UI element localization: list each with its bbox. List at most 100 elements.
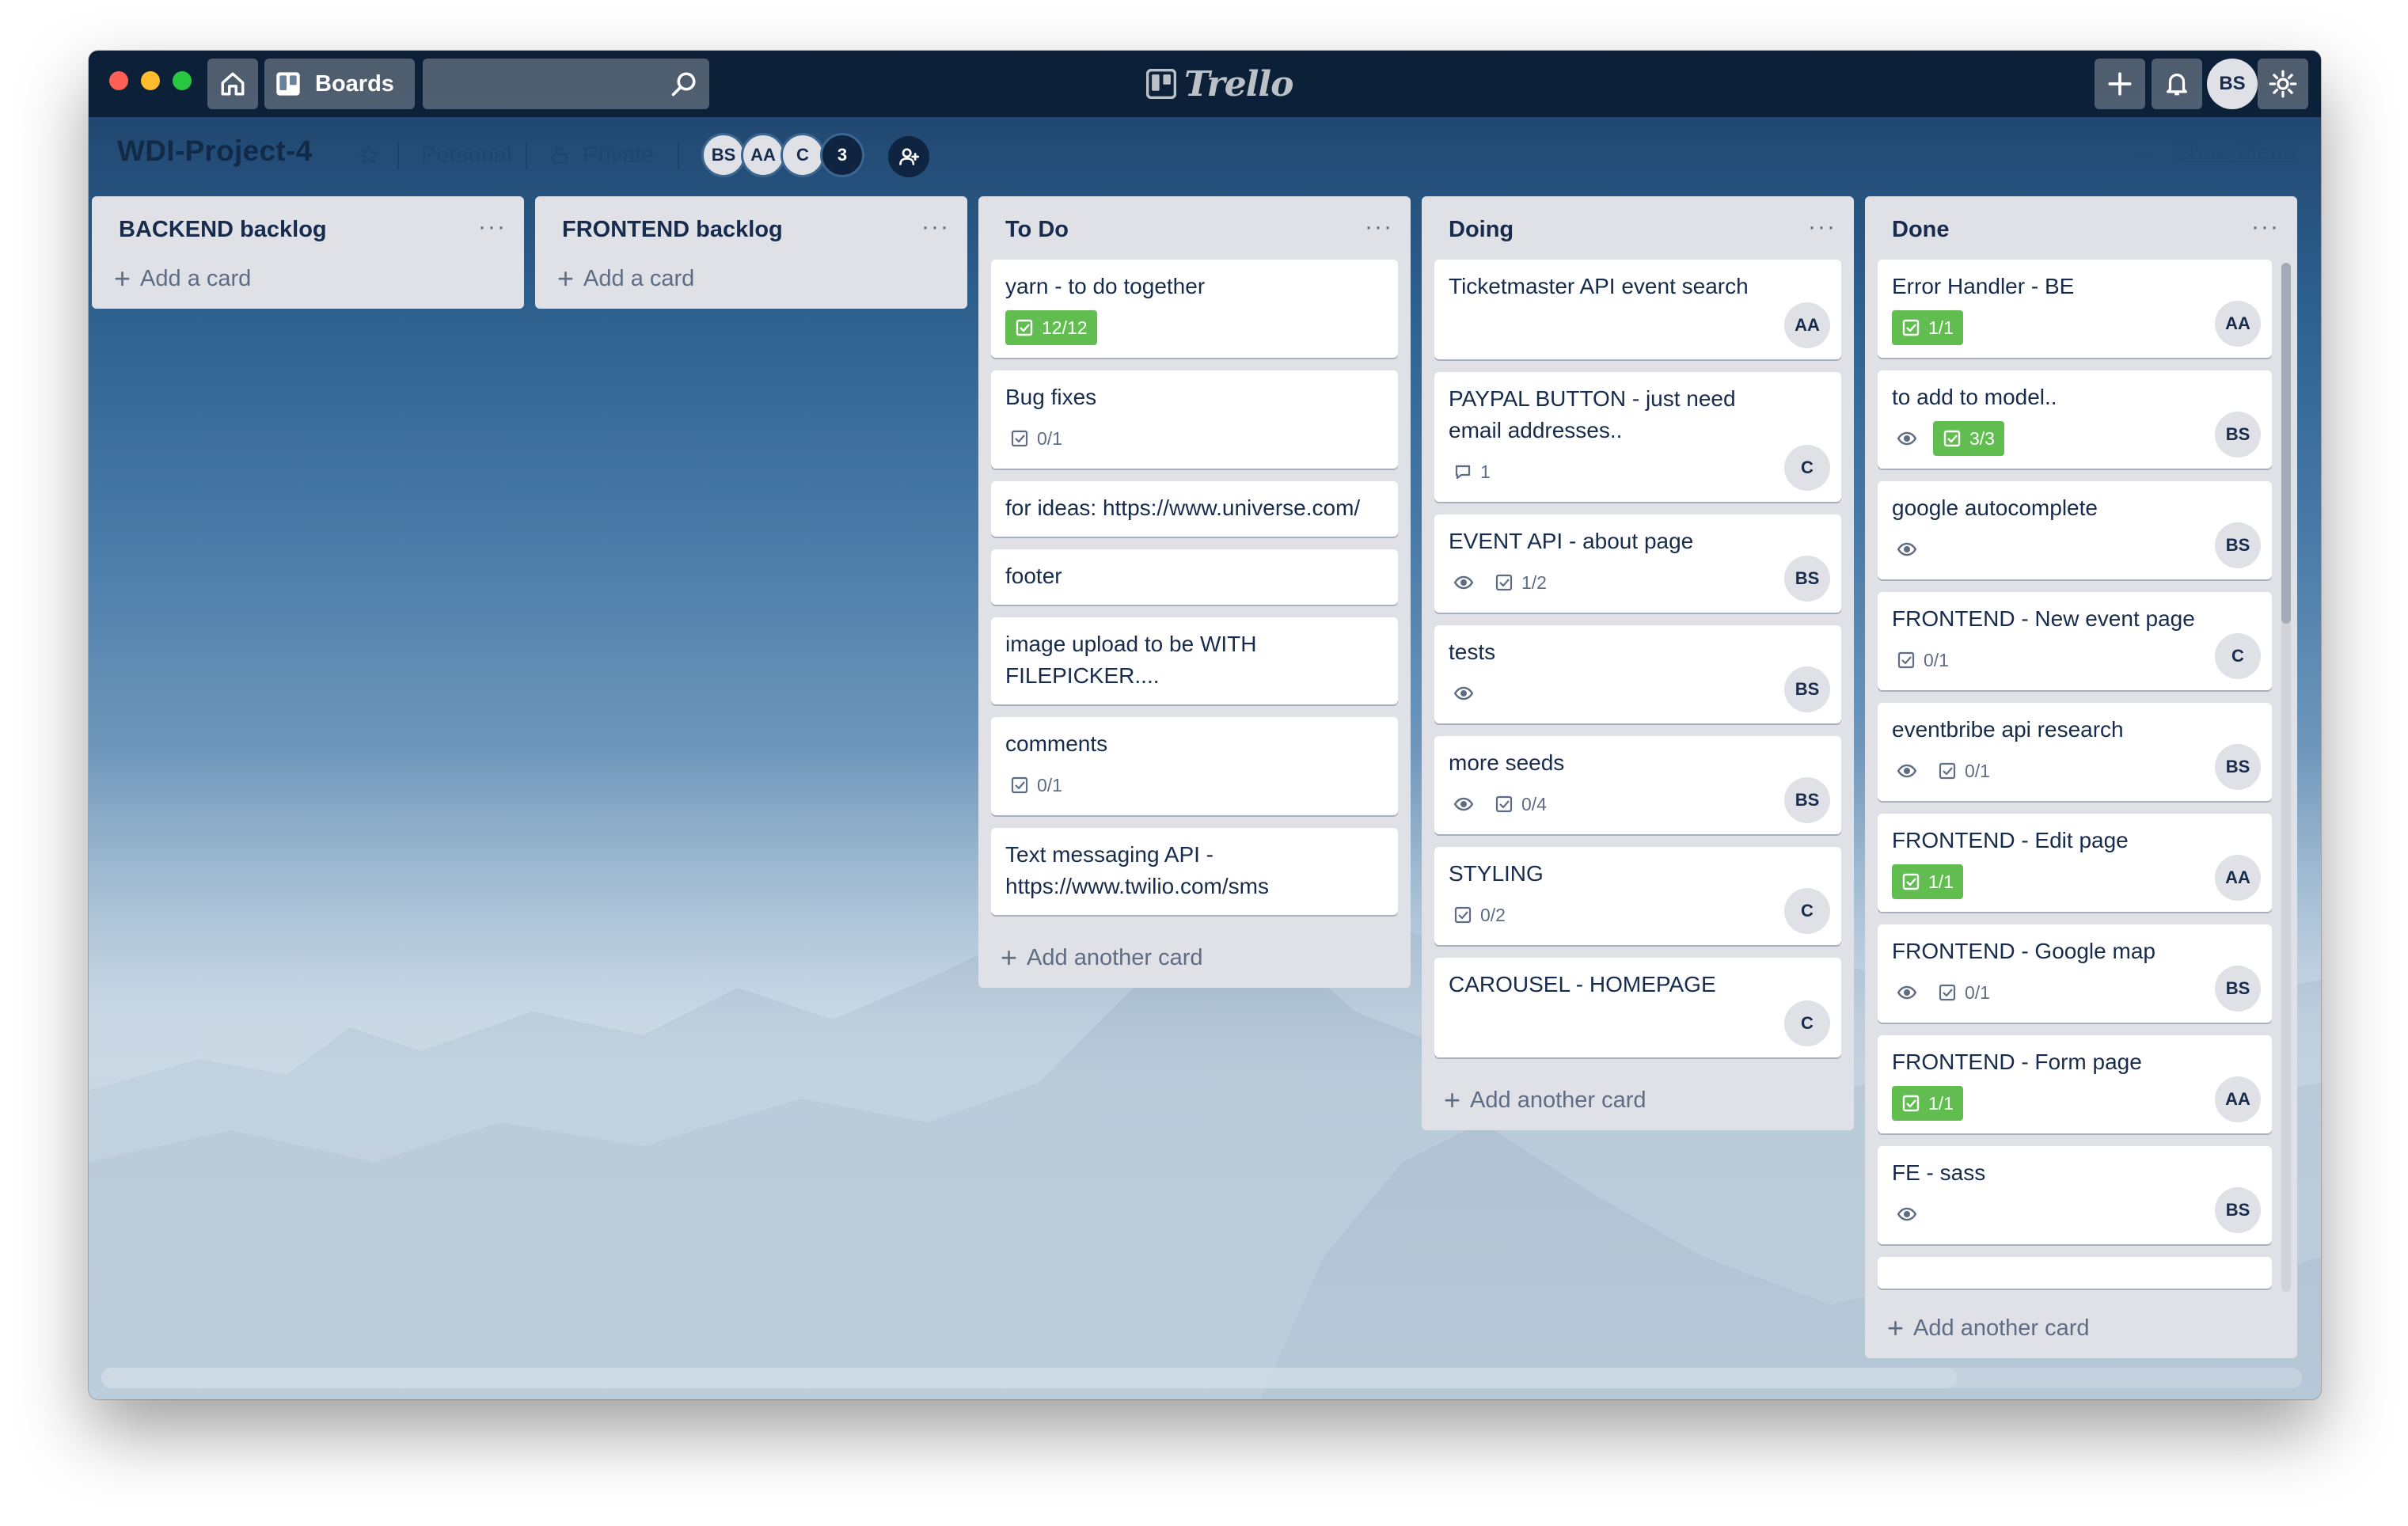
card[interactable]: EVENT API - about page 1/2 BS	[1434, 514, 1841, 613]
create-button[interactable]	[2095, 59, 2145, 109]
header-divider	[678, 142, 679, 169]
scrollbar-thumb[interactable]	[2281, 263, 2291, 624]
card[interactable]: FRONTEND - New event page 0/1 C	[1878, 592, 2272, 690]
checklist-badge: 0/2	[1449, 898, 1510, 932]
checklist-icon	[1495, 795, 1513, 813]
card[interactable]: yarn - to do together 12/12	[991, 260, 1398, 358]
card[interactable]: Text messaging API - https://www.twilio.…	[991, 828, 1398, 915]
card[interactable]: Ticketmaster API event search AA	[1434, 260, 1841, 359]
card-member-avatar[interactable]: BS	[1784, 777, 1830, 823]
member-count-badge[interactable]: 3	[820, 133, 864, 177]
window-close-button[interactable]	[109, 71, 128, 90]
trello-logo-icon	[1146, 69, 1176, 99]
card-member-avatar[interactable]: BS	[2215, 1187, 2261, 1233]
member-avatar[interactable]: AA	[741, 133, 785, 177]
checklist-icon	[1902, 1095, 1920, 1112]
member-avatar[interactable]: BS	[701, 133, 746, 177]
add-card-button[interactable]: + Add another card	[1422, 1070, 1854, 1130]
card[interactable]: footer	[991, 549, 1398, 605]
list-menu-icon[interactable]: ···	[1808, 214, 1836, 241]
list-title[interactable]: Done	[1892, 217, 1950, 243]
card[interactable]: comments 0/1	[991, 717, 1398, 815]
add-card-button[interactable]: + Add another card	[978, 928, 1411, 988]
card-member-avatar[interactable]: BS	[2215, 412, 2261, 457]
show-menu-button[interactable]: ··· Show Menu	[2131, 139, 2296, 165]
card-member-avatar[interactable]: BS	[2215, 522, 2261, 568]
list-menu-icon[interactable]: ···	[478, 214, 507, 241]
member-avatar[interactable]: C	[781, 133, 825, 177]
star-board-button[interactable]	[358, 138, 380, 173]
card-title: PAYPAL BUTTON - just need email addresse…	[1449, 386, 1736, 442]
card[interactable]: FRONTEND - Google map 0/1 BS	[1878, 924, 2272, 1023]
card[interactable]: STYLING 0/2 C	[1434, 847, 1841, 945]
board-title[interactable]: WDI-Project-4	[117, 135, 312, 168]
card[interactable]: FRONTEND - Edit page 1/1 AA	[1878, 814, 2272, 912]
search-icon[interactable]	[670, 70, 698, 98]
card[interactable]: tests BS	[1434, 625, 1841, 723]
card[interactable]: google autocomplete BS	[1878, 481, 2272, 579]
card-title: eventbribe api research	[1892, 717, 2124, 742]
list-header: To Do ···	[978, 196, 1411, 260]
card-member-avatar[interactable]: AA	[2215, 1076, 2261, 1122]
invite-member-button[interactable]	[888, 136, 929, 177]
list-menu-icon[interactable]: ···	[1365, 214, 1393, 241]
checklist-badge: 1/1	[1892, 864, 1963, 899]
board-horizontal-scrollbar[interactable]	[101, 1368, 2302, 1388]
card[interactable]: for ideas: https://www.universe.com/	[991, 481, 1398, 537]
card[interactable]: PAYPAL BUTTON - just need email addresse…	[1434, 372, 1841, 502]
card-title: Ticketmaster API event search	[1449, 274, 1749, 298]
card-member-avatar[interactable]: BS	[1784, 556, 1830, 602]
card[interactable]: CAROUSEL - HOMEPAGE C	[1434, 958, 1841, 1057]
checklist-badge: 1/1	[1892, 1086, 1963, 1121]
notifications-button[interactable]	[2152, 59, 2202, 109]
card[interactable]: eventbribe api research 0/1 BS	[1878, 703, 2272, 801]
card[interactable]: Error Handler - BE 1/1 AA	[1878, 260, 2272, 358]
list-header: Done ···	[1865, 196, 2297, 260]
card[interactable]: FE - sass BS	[1878, 1146, 2272, 1244]
checklist-icon	[1016, 319, 1033, 336]
search-bar[interactable]	[423, 59, 709, 109]
card-member-avatar[interactable]: C	[1784, 445, 1830, 491]
list-title[interactable]: Doing	[1449, 217, 1514, 243]
list-title[interactable]: To Do	[1005, 217, 1069, 243]
list-menu-icon[interactable]: ···	[2251, 214, 2280, 241]
card-member-avatar[interactable]: AA	[2215, 301, 2261, 347]
card-member-avatar[interactable]: C	[1784, 1000, 1830, 1046]
add-card-button[interactable]: + Add another card	[1865, 1298, 2297, 1358]
done-cards-scroll[interactable]: Error Handler - BE 1/1 AA to add to mode…	[1865, 260, 2297, 1298]
card-member-avatar[interactable]: C	[2215, 633, 2261, 679]
team-button[interactable]: Personal	[421, 138, 511, 173]
list-menu-icon[interactable]: ···	[921, 214, 950, 241]
boards-icon	[276, 72, 300, 96]
card-member-avatar[interactable]: BS	[2215, 744, 2261, 790]
card[interactable]: FRONTEND - Form page 1/1 AA	[1878, 1035, 2272, 1133]
list-vertical-scrollbar[interactable]	[2281, 263, 2291, 1292]
trello-logo[interactable]: Trello	[1146, 62, 1293, 106]
window-zoom-button[interactable]	[173, 71, 192, 90]
card-title: Text messaging API - https://www.twilio.…	[1005, 842, 1269, 898]
card[interactable]: to add to model.. 3/3 BS	[1878, 370, 2272, 469]
card[interactable]: Bug fixes 0/1	[991, 370, 1398, 469]
card-title: google autocomplete	[1892, 495, 2098, 520]
window-minimize-button[interactable]	[141, 71, 160, 90]
search-input[interactable]	[423, 59, 660, 109]
card-member-avatar[interactable]: BS	[2215, 966, 2261, 1012]
scrollbar-thumb[interactable]	[101, 1368, 1957, 1388]
visibility-button[interactable]: Private	[549, 138, 654, 173]
card-member-avatar[interactable]: BS	[1784, 666, 1830, 712]
settings-button[interactable]	[2258, 59, 2308, 109]
card[interactable]: image upload to be WITH FILEPICKER....	[991, 617, 1398, 704]
card-partial[interactable]	[1878, 1257, 2272, 1289]
card-member-avatar[interactable]: C	[1784, 888, 1830, 934]
card-title: tests	[1449, 640, 1496, 664]
star-icon	[359, 145, 379, 164]
home-button[interactable]	[207, 59, 258, 109]
card-member-avatar[interactable]: AA	[2215, 855, 2261, 901]
list-title[interactable]: BACKEND backlog	[119, 217, 327, 243]
boards-button[interactable]: Boards	[264, 59, 415, 109]
card[interactable]: more seeds 0/4 BS	[1434, 736, 1841, 834]
list-title[interactable]: FRONTEND backlog	[562, 217, 783, 243]
user-avatar[interactable]: BS	[2207, 59, 2258, 109]
list-to-do: To Do ··· yarn - to do together 12/12 Bu…	[978, 196, 1411, 988]
card-member-avatar[interactable]: AA	[1784, 302, 1830, 348]
